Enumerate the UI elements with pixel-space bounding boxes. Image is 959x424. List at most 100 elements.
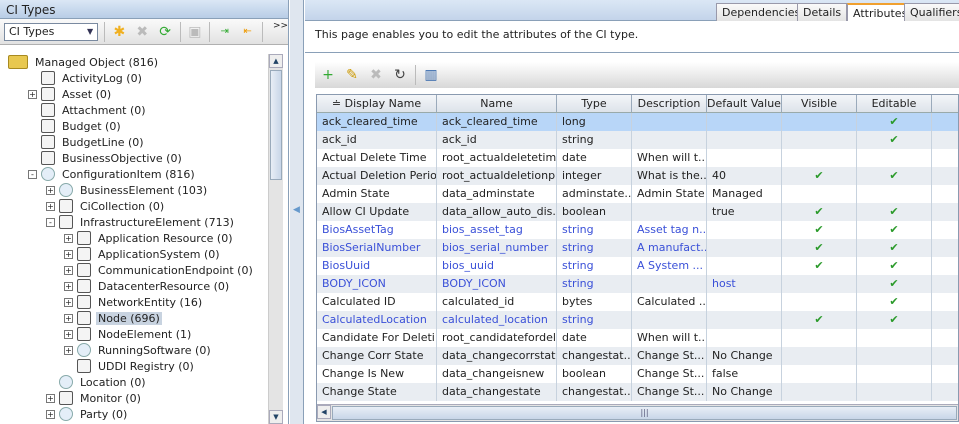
collapse-icon[interactable]: - <box>28 169 37 179</box>
column-header[interactable]: Editable <box>857 95 932 112</box>
table-row[interactable]: Change Corr State data_changecorrstate cha… <box>317 347 958 365</box>
expand-icon[interactable]: + <box>46 409 55 419</box>
collapse-icon[interactable]: ◀ <box>293 205 300 215</box>
expand-icon[interactable]: + <box>64 249 73 259</box>
table-row[interactable]: Actual Delete Time root_actualdeletetime d… <box>317 149 958 167</box>
scroll-up-icon[interactable]: ▲ <box>269 54 283 68</box>
table-row[interactable]: Allow CI Update data_allow_auto_dis... boo… <box>317 203 958 221</box>
panel-title: CI Types <box>0 0 288 19</box>
table-row[interactable]: Admin State data_adminstate adminstate... A… <box>317 185 958 203</box>
table-cell: data_adminstate <box>437 185 557 203</box>
table-cell <box>857 383 932 401</box>
tree-item[interactable]: Budget (0) <box>41 118 123 134</box>
tree-item[interactable]: BusinessObjective (0) <box>41 150 184 166</box>
page-description: This page enables you to edit the attrib… <box>315 28 639 41</box>
table-row[interactable]: Candidate For Deleti... root_candidatefor… <box>317 329 958 347</box>
expand-icon[interactable]: + <box>64 313 73 323</box>
check-icon: ✔ <box>857 293 932 311</box>
expand-icon[interactable]: + <box>28 89 37 99</box>
tab-dependencies[interactable]: Dependencies <box>716 3 807 21</box>
tree-item[interactable]: + ApplicationSystem (0) <box>64 246 222 262</box>
tree-item[interactable]: Attachment (0) <box>41 102 148 118</box>
column-header[interactable] <box>932 95 958 112</box>
export-xml-icon[interactable]: ⇤ <box>239 23 256 41</box>
table-row[interactable]: Change State data_changestate changestat..… <box>317 383 958 401</box>
columns-icon[interactable]: ▥ <box>422 66 440 84</box>
scroll-down-icon[interactable]: ▼ <box>269 410 283 424</box>
tree-item[interactable]: + Node (696) <box>64 310 162 326</box>
table-row[interactable]: BODY_ICON BODY_ICON string host ✔ <box>317 275 958 293</box>
tree-item[interactable]: + CommunicationEndpoint (0) <box>64 262 255 278</box>
tree-scrollbar[interactable]: ▲ ▼ <box>268 54 283 424</box>
expand-icon[interactable]: + <box>46 185 55 195</box>
tree-item[interactable]: + DatacenterResource (0) <box>64 278 231 294</box>
add-icon[interactable]: + <box>319 66 337 84</box>
overflow-button[interactable]: >> <box>273 21 288 31</box>
tree-item[interactable]: ActivityLog (0) <box>41 70 144 86</box>
tree-item[interactable]: + Application Resource (0) <box>64 230 234 246</box>
tree-item-label: BudgetLine (0) <box>62 135 144 149</box>
table-row[interactable]: CalculatedLocation calculated_location str… <box>317 311 958 329</box>
tree-item[interactable]: UDDI Registry (0) <box>77 358 196 374</box>
tree-item-label: ApplicationSystem (0) <box>98 247 220 261</box>
tree-item[interactable]: Location (0) <box>59 374 148 390</box>
expand-icon[interactable]: + <box>46 201 55 211</box>
import-xml-icon[interactable]: ⇥ <box>216 23 233 41</box>
table-cell: false <box>707 365 782 383</box>
column-header[interactable]: ≐ Display Name <box>317 95 437 112</box>
delete-icon[interactable]: ✖ <box>367 66 385 84</box>
table-row[interactable]: BiosAssetTag bios_asset_tag string Asset ta… <box>317 221 958 239</box>
collapse-icon[interactable]: - <box>46 217 55 227</box>
tree-item-label: Party (0) <box>80 407 128 421</box>
tab-details[interactable]: Details <box>797 3 848 21</box>
ci-types-dropdown[interactable]: CI Types ▼ <box>4 22 99 41</box>
expand-icon[interactable]: + <box>64 297 73 307</box>
box-icon <box>77 359 91 373</box>
expand-icon[interactable]: + <box>64 345 73 355</box>
tree-item[interactable]: - InfrastructureElement (713) <box>46 214 236 230</box>
expand-icon[interactable]: + <box>64 329 73 339</box>
expand-icon[interactable]: + <box>64 233 73 243</box>
table-row[interactable]: Actual Deletion Period root_actualdeletio… <box>317 167 958 185</box>
expand-icon[interactable]: + <box>46 393 55 403</box>
box-icon <box>41 151 55 165</box>
tree-item[interactable]: + NetworkEntity (16) <box>64 294 204 310</box>
table-row[interactable]: ack_cleared_time ack_cleared_time long ✔ <box>317 113 958 131</box>
column-header[interactable]: Default Value <box>707 95 782 112</box>
tree-item[interactable]: + CiCollection (0) <box>46 198 166 214</box>
table-row[interactable]: Change Is New data_changeisnew boolean Chan… <box>317 365 958 383</box>
box-icon <box>77 311 91 325</box>
tree-item[interactable]: + Party (0) <box>46 406 129 422</box>
tree-item[interactable]: + NodeElement (1) <box>64 326 193 342</box>
reset-icon[interactable]: ↻ <box>391 66 409 84</box>
tree-item[interactable]: + RunningSoftware (0) <box>64 342 213 358</box>
refresh-icon[interactable]: ⟳ <box>157 23 174 41</box>
save-icon[interactable]: ▣ <box>186 23 203 41</box>
table-cell <box>857 185 932 203</box>
scroll-left-icon[interactable]: ◀ <box>317 405 331 419</box>
delete-icon[interactable]: ✖ <box>134 23 151 41</box>
table-cell: No Change <box>707 383 782 401</box>
column-header[interactable]: Visible <box>782 95 857 112</box>
column-header[interactable]: Description <box>632 95 707 112</box>
tree-item[interactable]: BudgetLine (0) <box>41 134 146 150</box>
column-header[interactable]: Type <box>557 95 632 112</box>
table-row[interactable]: BiosSerialNumber bios_serial_number string… <box>317 239 958 257</box>
tree-item[interactable]: + BusinessElement (103) <box>46 182 209 198</box>
table-row[interactable]: BiosUuid bios_uuid string A System ... ✔ ✔ <box>317 257 958 275</box>
tree-item[interactable]: - ConfigurationItem (816) <box>28 166 197 182</box>
column-header[interactable]: Name <box>437 95 557 112</box>
table-row[interactable]: ack_id ack_id string ✔ <box>317 131 958 149</box>
horizontal-scrollbar[interactable]: ◀ ||| <box>317 404 958 421</box>
new-icon[interactable]: ✱ <box>111 23 128 41</box>
edit-icon[interactable]: ✎ <box>343 66 361 84</box>
table-row[interactable]: Calculated ID calculated_id bytes Calculate… <box>317 293 958 311</box>
table-cell <box>707 221 782 239</box>
tree-item[interactable]: Managed Object (816) <box>8 54 160 70</box>
tab-qualifiers[interactable]: Qualifiers <box>904 3 959 21</box>
tree-item[interactable]: + Monitor (0) <box>46 390 143 406</box>
expand-icon[interactable]: + <box>64 265 73 275</box>
expand-icon[interactable]: + <box>64 281 73 291</box>
tree-item[interactable]: + Asset (0) <box>28 86 113 102</box>
splitter[interactable]: ◀ <box>290 0 304 424</box>
